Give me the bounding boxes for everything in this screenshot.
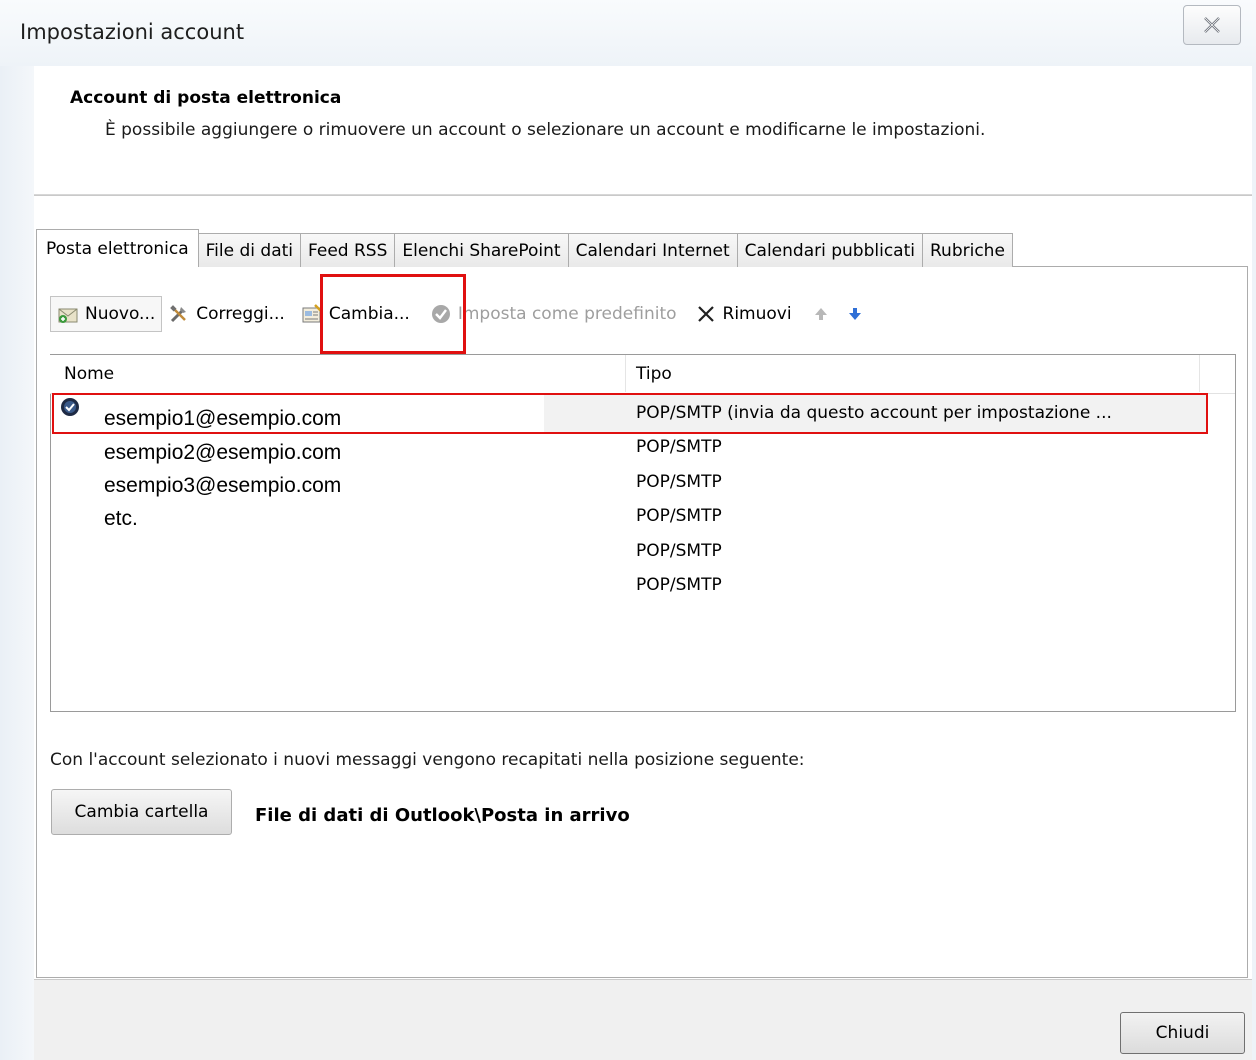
selected-row-highlight (52, 393, 1208, 434)
set-default-label: Imposta come predefinito (457, 304, 677, 324)
header-title: Account di posta elettronica (70, 88, 342, 108)
delivery-location-text: Con l'account selezionato i nuovi messag… (50, 750, 805, 770)
account-type-3[interactable]: POP/SMTP (636, 472, 722, 492)
tab-feed-rss[interactable]: Feed RSS (300, 233, 396, 267)
column-divider[interactable] (625, 355, 626, 392)
remove-account-label: Rimuovi (722, 304, 792, 324)
window-right-border (1252, 66, 1256, 1060)
new-account-label: Nuovo... (85, 304, 156, 324)
tab-strip: Posta elettronica File di dati Feed RSS … (36, 229, 1013, 267)
column-header-type[interactable]: Tipo (636, 364, 672, 384)
account-type-6[interactable]: POP/SMTP (636, 575, 722, 595)
repair-account-label: Correggi... (196, 304, 285, 324)
data-file-path: File di dati di Outlook\Posta in arrivo (255, 805, 630, 826)
tab-calendari-pubblicati[interactable]: Calendari pubblicati (736, 233, 923, 267)
window-title: Impostazioni account (20, 20, 245, 44)
change-folder-button[interactable]: Cambia cartella (51, 789, 232, 835)
move-up-button[interactable] (804, 297, 838, 331)
column-header-name[interactable]: Nome (64, 364, 114, 384)
change-button-highlight (320, 274, 466, 354)
column-divider[interactable] (1199, 355, 1200, 392)
window-close-button[interactable] (1183, 5, 1241, 45)
tools-icon (170, 305, 187, 323)
account-type-4[interactable]: POP/SMTP (636, 506, 722, 526)
account-name-2[interactable]: esempio2@esempio.com (104, 441, 341, 465)
account-type-5[interactable]: POP/SMTP (636, 541, 722, 561)
header-description: È possibile aggiungere o rimuovere un ac… (105, 120, 986, 140)
account-name-etc: etc. (104, 507, 138, 530)
remove-x-icon (697, 306, 714, 322)
footer-band (34, 978, 1252, 1060)
arrow-down-icon (848, 308, 861, 320)
move-down-button[interactable] (838, 297, 872, 331)
account-type-2[interactable]: POP/SMTP (636, 437, 722, 457)
tab-posta-elettronica[interactable]: Posta elettronica (36, 229, 199, 267)
list-header: Nome Tipo (50, 355, 1235, 394)
remove-account-button[interactable]: Rimuovi (689, 297, 798, 331)
tab-elenchi-sharepoint[interactable]: Elenchi SharePoint (394, 233, 569, 267)
tab-calendari-internet[interactable]: Calendari Internet (567, 233, 738, 267)
tab-file-di-dati[interactable]: File di dati (197, 233, 302, 267)
arrow-up-icon (814, 308, 827, 320)
account-name-3[interactable]: esempio3@esempio.com (104, 474, 341, 498)
new-email-icon (58, 308, 78, 323)
repair-account-button[interactable]: Correggi... (162, 297, 291, 331)
window-left-border (0, 66, 34, 1060)
new-account-button[interactable]: Nuovo... (50, 296, 163, 332)
tab-rubriche[interactable]: Rubriche (922, 233, 1013, 267)
close-icon (1204, 17, 1220, 33)
close-dialog-button[interactable]: Chiudi (1120, 1012, 1245, 1054)
